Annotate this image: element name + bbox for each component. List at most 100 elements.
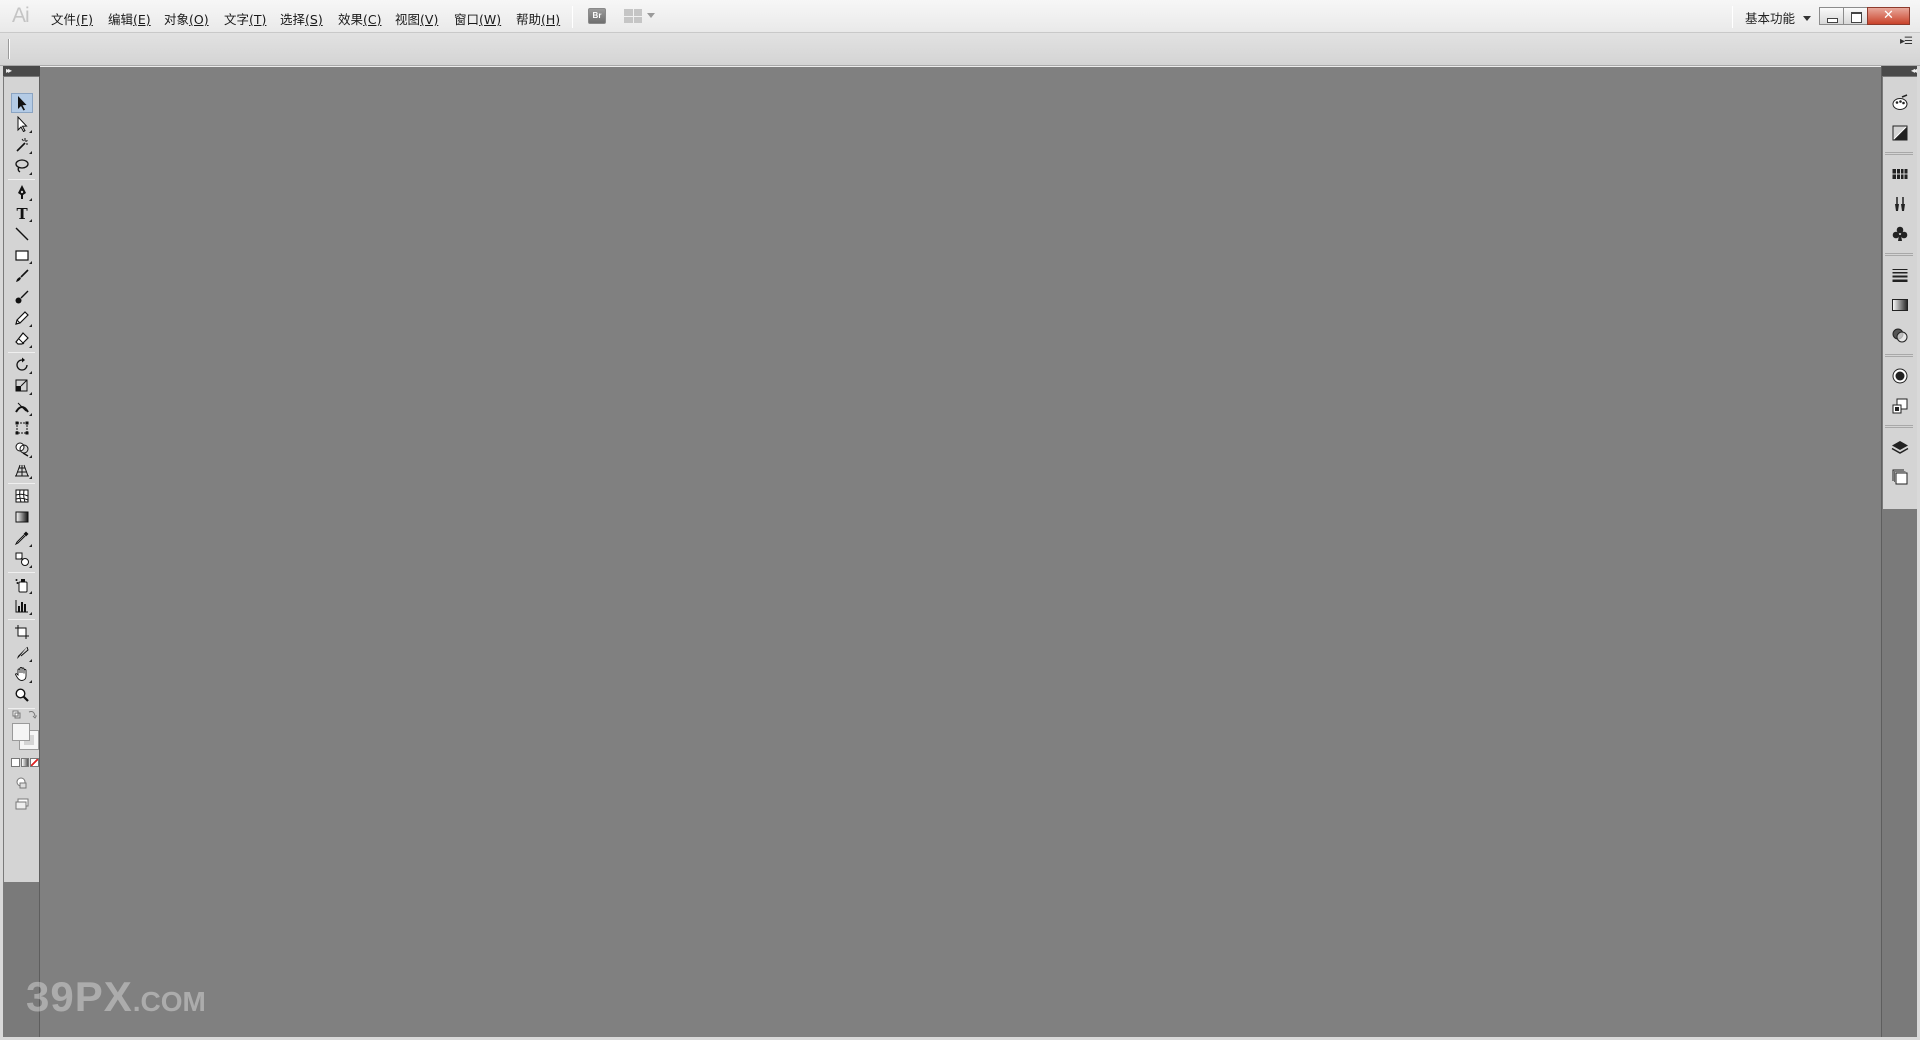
close-button[interactable]: ✕ <box>1867 7 1910 25</box>
artboards-icon <box>1892 469 1908 485</box>
dock-divider <box>1885 354 1913 357</box>
color-guide-panel-button[interactable] <box>1890 123 1910 143</box>
symbol-sprayer-tool[interactable] <box>11 575 33 595</box>
direct-selection-tool[interactable] <box>11 114 33 134</box>
selection-tool[interactable] <box>11 93 33 113</box>
screen-mode-button[interactable] <box>11 794 33 814</box>
menu-select[interactable]: 选择(S) <box>280 9 323 28</box>
tools-collapse-icon[interactable]: ▸▸ <box>3 66 40 76</box>
menu-view[interactable]: 视图(V) <box>395 9 438 28</box>
menu-effect[interactable]: 效果(C) <box>338 9 382 28</box>
none-mode-icon[interactable] <box>30 758 40 767</box>
document-canvas[interactable] <box>40 67 1881 1037</box>
slice-tool[interactable] <box>11 643 33 663</box>
menu-help[interactable]: 帮助(H) <box>516 9 560 28</box>
dock-collapse-icon[interactable]: ◂◂ <box>1882 66 1918 76</box>
hand-tool[interactable] <box>11 664 33 684</box>
gradient-mode-icon[interactable] <box>20 758 30 767</box>
gradient-icon <box>15 511 29 523</box>
magic-wand-tool[interactable] <box>11 135 33 155</box>
draw-mode-icon <box>16 777 27 789</box>
workspace-divider <box>1732 6 1733 28</box>
app-logo: Ai <box>12 4 30 27</box>
menu-object[interactable]: 对象(O) <box>164 9 209 28</box>
pencil-tool[interactable] <box>11 308 33 328</box>
appearance-panel-button[interactable] <box>1890 366 1910 386</box>
layers-icon <box>1891 441 1909 454</box>
blob-brush-tool[interactable] <box>11 287 33 307</box>
slice-icon <box>17 646 29 659</box>
menu-file[interactable]: 文件(F) <box>51 9 93 28</box>
column-graph-tool[interactable] <box>11 596 33 616</box>
brushes-icon <box>1895 197 1905 211</box>
stroke-panel-button[interactable] <box>1890 265 1910 285</box>
eyedropper-icon <box>14 531 29 546</box>
width-icon <box>15 402 29 413</box>
tools-divider <box>8 352 35 353</box>
arrange-documents-button[interactable] <box>622 8 658 24</box>
free-transform-tool[interactable] <box>11 418 33 438</box>
fill-stroke-swatches[interactable] <box>12 723 39 750</box>
column-graph-icon <box>15 600 28 613</box>
rotate-tool[interactable] <box>11 355 33 375</box>
shape-builder-tool[interactable] <box>11 439 33 459</box>
workspace-switcher[interactable]: 基本功能 <box>1745 8 1812 26</box>
eyedropper-tool[interactable] <box>11 528 33 548</box>
blend-tool[interactable] <box>11 549 33 569</box>
transparency-panel-button[interactable] <box>1890 325 1910 345</box>
pen-tool[interactable] <box>11 182 33 202</box>
arrow-white-icon <box>17 116 28 132</box>
line-segment-tool[interactable] <box>11 224 33 244</box>
graphic-styles-panel-button[interactable] <box>1890 396 1910 416</box>
go-to-bridge-button[interactable]: Br <box>588 8 606 24</box>
eraser-tool[interactable] <box>11 329 33 349</box>
brush-icon <box>16 269 29 282</box>
menu-bar: Ai 文件(F) 编辑(E) 对象(O) 文字(T) 选择(S) 效果(C) 视… <box>0 0 1920 33</box>
artboard-icon <box>15 625 29 639</box>
symbols-panel-button[interactable] <box>1890 224 1910 244</box>
color-panel-button[interactable] <box>1890 93 1910 113</box>
perspective-grid-tool[interactable] <box>11 460 33 480</box>
appearance-icon <box>1892 368 1908 384</box>
menu-edit[interactable]: 编辑(E) <box>108 9 151 28</box>
watermark: 39PX.COM <box>26 973 206 1020</box>
layers-panel-button[interactable] <box>1890 437 1910 457</box>
paintbrush-tool[interactable] <box>11 266 33 286</box>
lasso-tool[interactable] <box>11 156 33 176</box>
lasso-icon <box>15 159 29 173</box>
fill-swatch[interactable] <box>12 723 30 741</box>
window-frame-left <box>0 66 3 1037</box>
scale-tool[interactable] <box>11 376 33 396</box>
symbol-sprayer-icon <box>15 579 28 593</box>
stroke-lines-icon <box>1892 269 1908 282</box>
drawing-modes-button[interactable] <box>11 773 33 793</box>
maximize-button[interactable] <box>1843 7 1868 25</box>
swatches-grid-icon <box>1892 169 1908 179</box>
rectangle-tool[interactable] <box>11 245 33 265</box>
minimize-button[interactable] <box>1819 7 1844 25</box>
blend-icon <box>15 552 29 566</box>
color-mode-icon[interactable] <box>11 758 20 767</box>
menu-type[interactable]: 文字(T) <box>224 9 266 28</box>
artboards-panel-button[interactable] <box>1890 467 1910 487</box>
default-fill-stroke-icon[interactable] <box>12 709 38 719</box>
zoom-tool[interactable] <box>11 685 33 705</box>
brushes-panel-button[interactable] <box>1890 194 1910 214</box>
menu-divider <box>572 6 573 28</box>
width-tool[interactable] <box>11 397 33 417</box>
control-bar-grip[interactable] <box>8 39 10 59</box>
gradient-tool[interactable] <box>11 507 33 527</box>
control-bar-menu-icon[interactable]: ▸☰ <box>1900 36 1913 47</box>
blob-brush-icon <box>15 290 29 304</box>
color-guide-icon <box>1892 125 1908 141</box>
menu-window[interactable]: 窗口(W) <box>454 9 501 28</box>
type-tool[interactable]: T <box>11 203 33 223</box>
pencil-icon <box>15 311 29 325</box>
artboard-tool[interactable] <box>11 622 33 642</box>
dock-divider <box>1885 253 1913 256</box>
mesh-tool[interactable] <box>11 486 33 506</box>
gradient-panel-button[interactable] <box>1890 295 1910 315</box>
tools-divider <box>8 619 35 620</box>
swatches-panel-button[interactable] <box>1890 164 1910 184</box>
rotate-icon <box>16 357 28 371</box>
